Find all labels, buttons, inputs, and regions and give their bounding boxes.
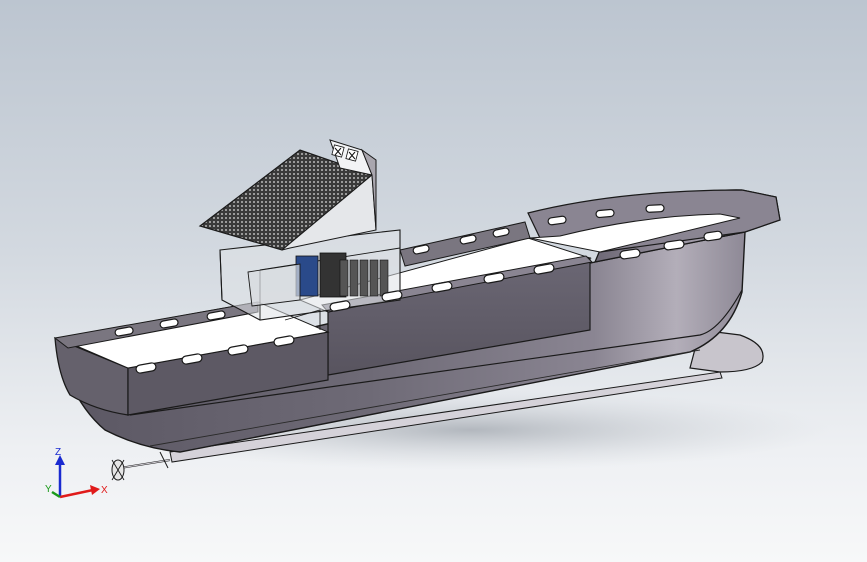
triad-x-axis	[59, 488, 94, 499]
triad-x-label: X	[101, 485, 108, 496]
coordinate-triad: Z X Y	[45, 447, 108, 499]
boat-model[interactable]: Z X Y	[0, 0, 867, 562]
triad-x-arrow	[90, 485, 100, 495]
propeller	[111, 451, 171, 481]
triad-y-label: Y	[45, 484, 52, 495]
cad-graphics-viewport[interactable]: Z X Y	[0, 0, 867, 562]
triad-z-label: Z	[55, 447, 61, 458]
